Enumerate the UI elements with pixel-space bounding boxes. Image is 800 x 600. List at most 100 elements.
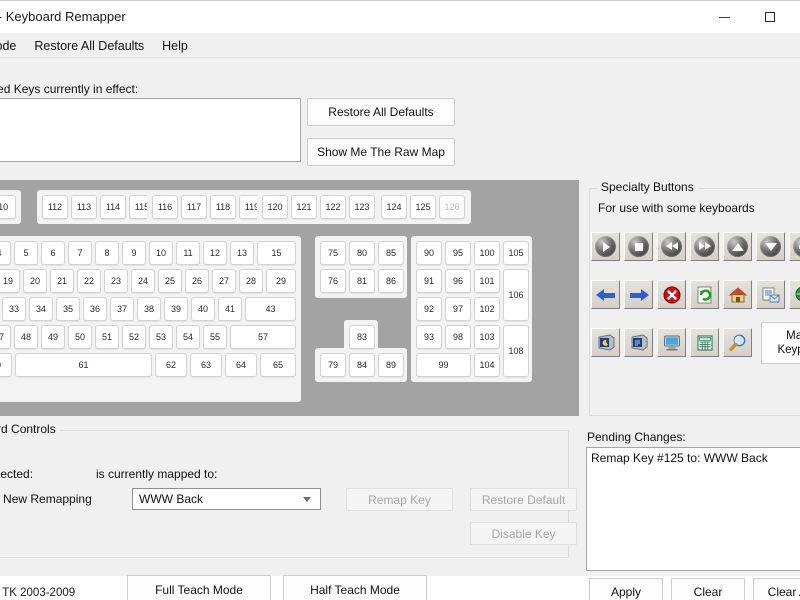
key-120[interactable]: 120 [262,195,288,219]
key-101[interactable]: 101 [474,269,500,293]
key-33[interactable]: 33 [2,297,26,321]
key-86[interactable]: 86 [378,269,404,293]
key-103[interactable]: 103 [474,325,500,349]
key-114[interactable]: 114 [100,195,126,219]
my-computer-button[interactable] [657,328,686,357]
key-55[interactable]: 55 [203,325,227,349]
key-19[interactable]: 19 [0,269,20,293]
key-62[interactable]: 62 [155,353,187,377]
browser-search-button[interactable] [789,280,800,309]
browser-home-button[interactable] [723,280,752,309]
key-41[interactable]: 41 [218,297,242,321]
browser-refresh-button[interactable] [690,280,719,309]
key-7[interactable]: 7 [68,241,92,265]
key-37[interactable]: 37 [110,297,134,321]
key-6[interactable]: 6 [41,241,65,265]
key-61[interactable]: 61 [15,353,152,377]
key-118[interactable]: 118 [210,195,236,219]
key-89[interactable]: 89 [378,353,404,377]
key-110[interactable]: 110 [0,195,16,219]
key-112[interactable]: 112 [42,195,68,219]
key-24[interactable]: 24 [131,269,155,293]
key-11[interactable]: 11 [176,241,200,265]
key-104[interactable]: 104 [474,353,500,377]
mac-keypad-button[interactable]: Mac Keypad [761,322,800,364]
pending-changes-listbox[interactable]: Remap Key #125 to: WWW Back [586,447,800,571]
key-23[interactable]: 23 [104,269,128,293]
key-47[interactable]: 47 [0,325,11,349]
key-126[interactable]: 126 [439,195,465,219]
key-92[interactable]: 92 [416,297,442,321]
key-54[interactable]: 54 [176,325,200,349]
key-121[interactable]: 121 [291,195,317,219]
key-83[interactable]: 83 [349,325,375,349]
restore-default-button[interactable]: Restore Default [470,488,577,511]
key-48[interactable]: 48 [14,325,38,349]
restore-all-defaults-button[interactable]: Restore All Defaults [307,98,455,126]
volume-up-button[interactable] [723,232,752,261]
browser-back-button[interactable] [591,280,620,309]
monitor-wake-button[interactable] [624,328,653,357]
key-85[interactable]: 85 [378,241,404,265]
menu-item-help[interactable]: Help [153,37,197,55]
close-button[interactable] [793,1,800,33]
full-teach-mode-button[interactable]: Full Teach Mode [127,575,271,600]
key-29[interactable]: 29 [266,269,296,293]
key-95[interactable]: 95 [445,241,471,265]
key-15[interactable]: 15 [257,241,296,265]
key-4[interactable]: 4 [0,241,11,265]
key-13[interactable]: 13 [230,241,254,265]
key-50[interactable]: 50 [68,325,92,349]
key-63[interactable]: 63 [190,353,222,377]
key-10[interactable]: 10 [149,241,173,265]
menu-item-restore-all-defaults[interactable]: Restore All Defaults [25,37,153,55]
key-20[interactable]: 20 [23,269,47,293]
remap-key-button[interactable]: Remap Key [346,488,453,511]
minimize-button[interactable] [701,1,747,33]
key-105[interactable]: 105 [503,241,529,265]
key-22[interactable]: 22 [77,269,101,293]
key-8[interactable]: 8 [95,241,119,265]
monitor-sleep-button[interactable] [591,328,620,357]
key-97[interactable]: 97 [445,297,471,321]
show-raw-map-button[interactable]: Show Me The Raw Map [307,138,455,166]
key-98[interactable]: 98 [445,325,471,349]
key-84[interactable]: 84 [349,353,375,377]
maximize-button[interactable] [747,1,793,33]
key-102[interactable]: 102 [474,297,500,321]
key-43[interactable]: 43 [245,297,296,321]
key-39[interactable]: 39 [164,297,188,321]
file-search-button[interactable] [723,328,752,357]
key-80[interactable]: 80 [349,241,375,265]
remapped-keys-listbox[interactable]: ...ne [0,98,301,162]
key-53[interactable]: 53 [149,325,173,349]
key-116[interactable]: 116 [152,195,178,219]
menu-item-teach-mode[interactable]: ...ch Mode [0,37,25,55]
key-26[interactable]: 26 [185,269,209,293]
key-52[interactable]: 52 [122,325,146,349]
key-36[interactable]: 36 [83,297,107,321]
clear-button[interactable]: Clear [671,578,745,600]
key-96[interactable]: 96 [445,269,471,293]
key-113[interactable]: 113 [71,195,97,219]
key-12[interactable]: 12 [203,241,227,265]
key-38[interactable]: 38 [137,297,161,321]
key-108[interactable]: 108 [503,325,529,377]
key-93[interactable]: 93 [416,325,442,349]
disable-key-button[interactable]: Disable Key [470,522,577,545]
media-stop-button[interactable] [624,232,653,261]
key-51[interactable]: 51 [95,325,119,349]
key-60[interactable]: 60 [0,353,12,377]
apply-button[interactable]: Apply [589,578,663,600]
key-40[interactable]: 40 [191,297,215,321]
key-79[interactable]: 79 [320,353,346,377]
key-28[interactable]: 28 [239,269,263,293]
key-9[interactable]: 9 [122,241,146,265]
key-27[interactable]: 27 [212,269,236,293]
key-21[interactable]: 21 [50,269,74,293]
key-117[interactable]: 117 [181,195,207,219]
key-122[interactable]: 122 [320,195,346,219]
key-65[interactable]: 65 [260,353,296,377]
key-124[interactable]: 124 [381,195,407,219]
key-106[interactable]: 106 [503,269,529,321]
